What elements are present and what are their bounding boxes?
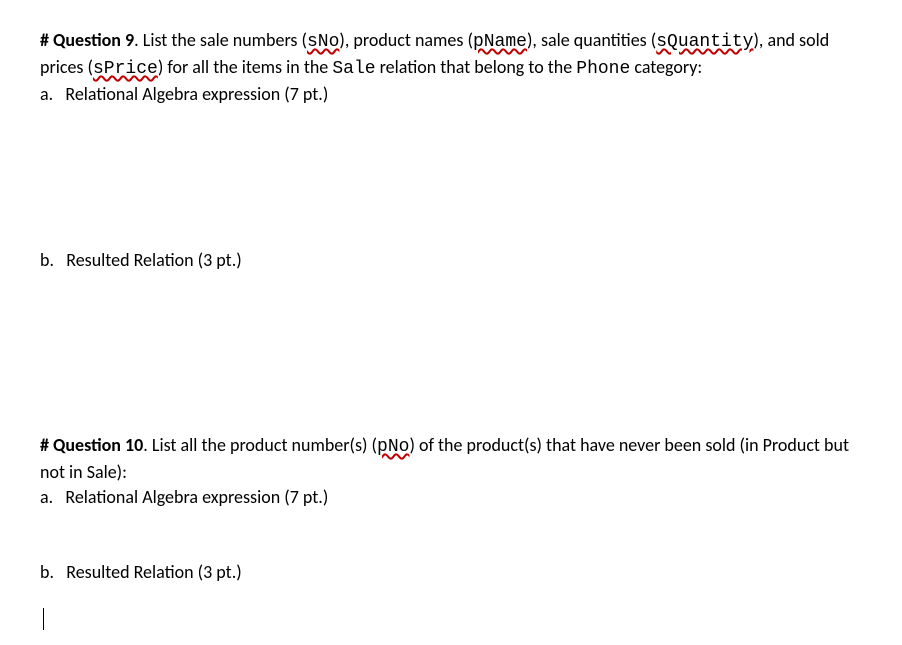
q9-a-text: Relational Algebra expression (7 pt.) [65,83,328,105]
q9-header: # Question 9 [40,29,134,51]
q10-b-text: Resulted Relation (3 pt.) [66,561,241,583]
q10-a-label: a. [40,486,53,508]
q9-text3: ), sale quantities ( [527,29,656,51]
q9-code-sno: sNo [307,30,339,55]
q9-code-squantity: sQuantity [656,30,753,55]
q9-text2: ), product names ( [339,29,473,51]
q10-part-a: a. Relational Algebra expression (7 pt.) [40,485,862,510]
question-10: # Question 10. List all the product numb… [40,433,862,485]
question-9: # Question 9. List the sale numbers (sNo… [40,28,862,82]
q9-a-label: a. [40,83,53,105]
q9-b-text: Resulted Relation (3 pt.) [66,249,241,271]
q9-code-pname: pName [473,30,527,55]
q9-text1: . List the sale numbers ( [134,29,307,51]
q9-text6: relation that belong to the [376,56,577,78]
q9-code-sprice: sPrice [93,57,158,82]
q9-text5: ) for all the items in the [158,56,333,78]
q10-text1: . List all the product number(s) ( [143,434,377,456]
q9-text7: category: [630,56,702,78]
text-cursor [40,606,862,631]
q10-code-pno: pNo [377,435,409,460]
q10-part-b: b. Resulted Relation (3 pt.) [40,560,862,585]
q9-part-b: b. Resulted Relation (3 pt.) [40,248,862,273]
q9-code-phone: Phone [576,57,630,82]
q9-part-a: a. Relational Algebra expression (7 pt.) [40,82,862,107]
q10-header: # Question 10 [40,434,143,456]
q10-a-text: Relational Algebra expression (7 pt.) [65,486,328,508]
q9-b-label: b. [40,249,54,271]
q9-code-sale: Sale [332,57,375,82]
q10-b-label: b. [40,561,54,583]
